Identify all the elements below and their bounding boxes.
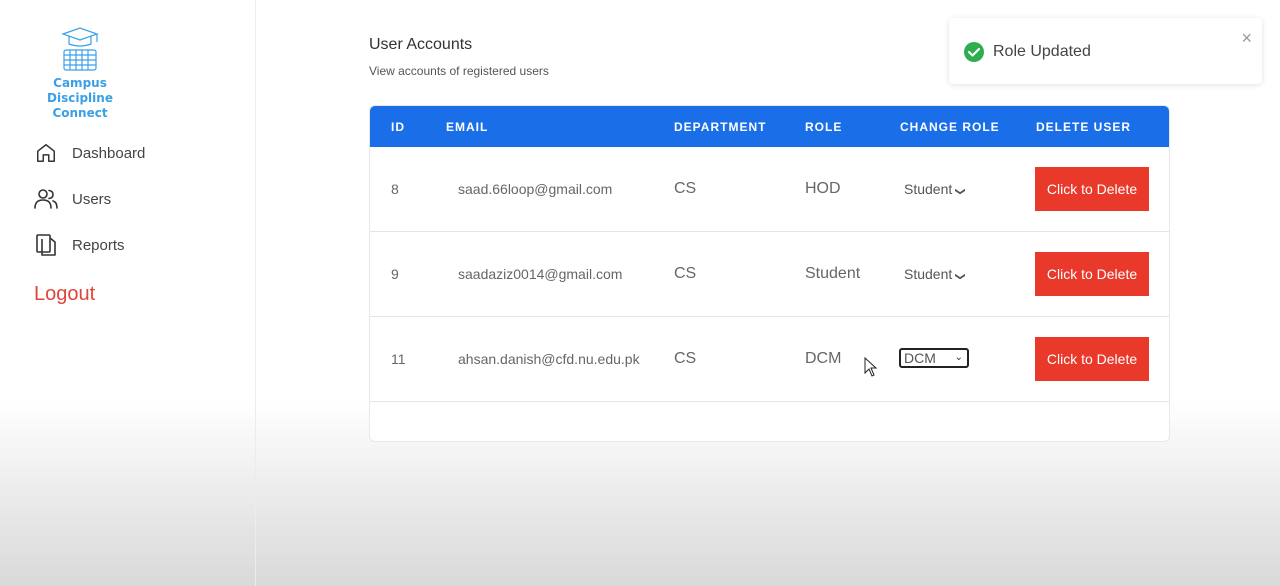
sidebar-item-label: Dashboard [72,144,146,162]
close-icon[interactable]: × [1241,28,1252,49]
sidebar-item-dashboard[interactable]: Dashboard [34,141,145,165]
home-icon [34,141,58,165]
page-title: User Accounts [369,36,473,53]
reports-icon [34,233,58,257]
change-role-select[interactable]: DCM ⌄ [899,348,969,368]
cell-id: 8 [391,181,399,197]
sidebar-item-label: Users [72,190,112,208]
cell-email: saad.66loop@gmail.com [458,181,613,197]
user-accounts-table: ID EMAIL DEPARTMENT ROLE CHANGE ROLE DEL… [369,105,1170,442]
logo-icon [61,27,99,71]
cell-email: saadaziz0014@gmail.com [458,266,623,282]
toast-message: Role Updated [993,43,1091,60]
app-logo[interactable]: Campus Discipline Connect [22,26,138,121]
table-row: 11 ahsan.danish@cfd.nu.edu.pk CS DCM DCM… [370,317,1169,402]
change-role-value: Student [904,181,953,197]
cell-department: CS [674,265,697,282]
cell-email: ahsan.danish@cfd.nu.edu.pk [458,351,640,367]
cell-department: CS [674,180,697,197]
success-check-icon [964,42,984,62]
change-role-dropdown[interactable]: Student ❯ [904,181,966,197]
cell-role: HOD [805,180,841,197]
delete-user-button[interactable]: Click to Delete [1035,337,1149,381]
users-icon [34,187,58,211]
sidebar: Campus Discipline Connect Dashboard User… [0,0,256,586]
column-header-department: DEPARTMENT [674,120,767,134]
logout-link[interactable]: Logout [34,283,95,306]
cell-department: CS [674,350,697,367]
sidebar-item-reports[interactable]: Reports [34,233,125,257]
table-row: 8 saad.66loop@gmail.com CS HOD Student ❯ … [370,147,1169,232]
sidebar-item-users[interactable]: Users [34,187,111,211]
page-subtitle: View accounts of registered users [369,64,549,78]
sidebar-item-label: Reports [72,236,125,254]
column-header-change-role: CHANGE ROLE [900,120,1000,134]
chevron-down-icon: ⌄ [954,352,963,363]
chevron-down-icon: ❯ [954,187,966,196]
cell-id: 11 [391,351,406,367]
app-name: Campus Discipline Connect [47,76,113,120]
cell-role: DCM [805,350,842,367]
table-row: 9 saadaziz0014@gmail.com CS Student Stud… [370,232,1169,317]
delete-user-button[interactable]: Click to Delete [1035,252,1149,296]
column-header-delete-user: DELETE USER [1036,120,1132,134]
column-header-id: ID [391,120,405,134]
change-role-dropdown[interactable]: Student ❯ [904,266,966,282]
cell-id: 9 [391,266,399,282]
mouse-cursor-icon [864,357,878,377]
cell-role: Student [805,265,861,282]
column-header-role: ROLE [805,120,843,134]
toast-notification: Role Updated × [949,18,1262,84]
chevron-down-icon: ❯ [954,272,966,281]
change-role-value: Student [904,266,953,282]
table-header: ID EMAIL DEPARTMENT ROLE CHANGE ROLE DEL… [370,106,1169,147]
delete-user-button[interactable]: Click to Delete [1035,167,1149,211]
change-role-value: DCM [904,350,936,366]
column-header-email: EMAIL [446,120,489,134]
